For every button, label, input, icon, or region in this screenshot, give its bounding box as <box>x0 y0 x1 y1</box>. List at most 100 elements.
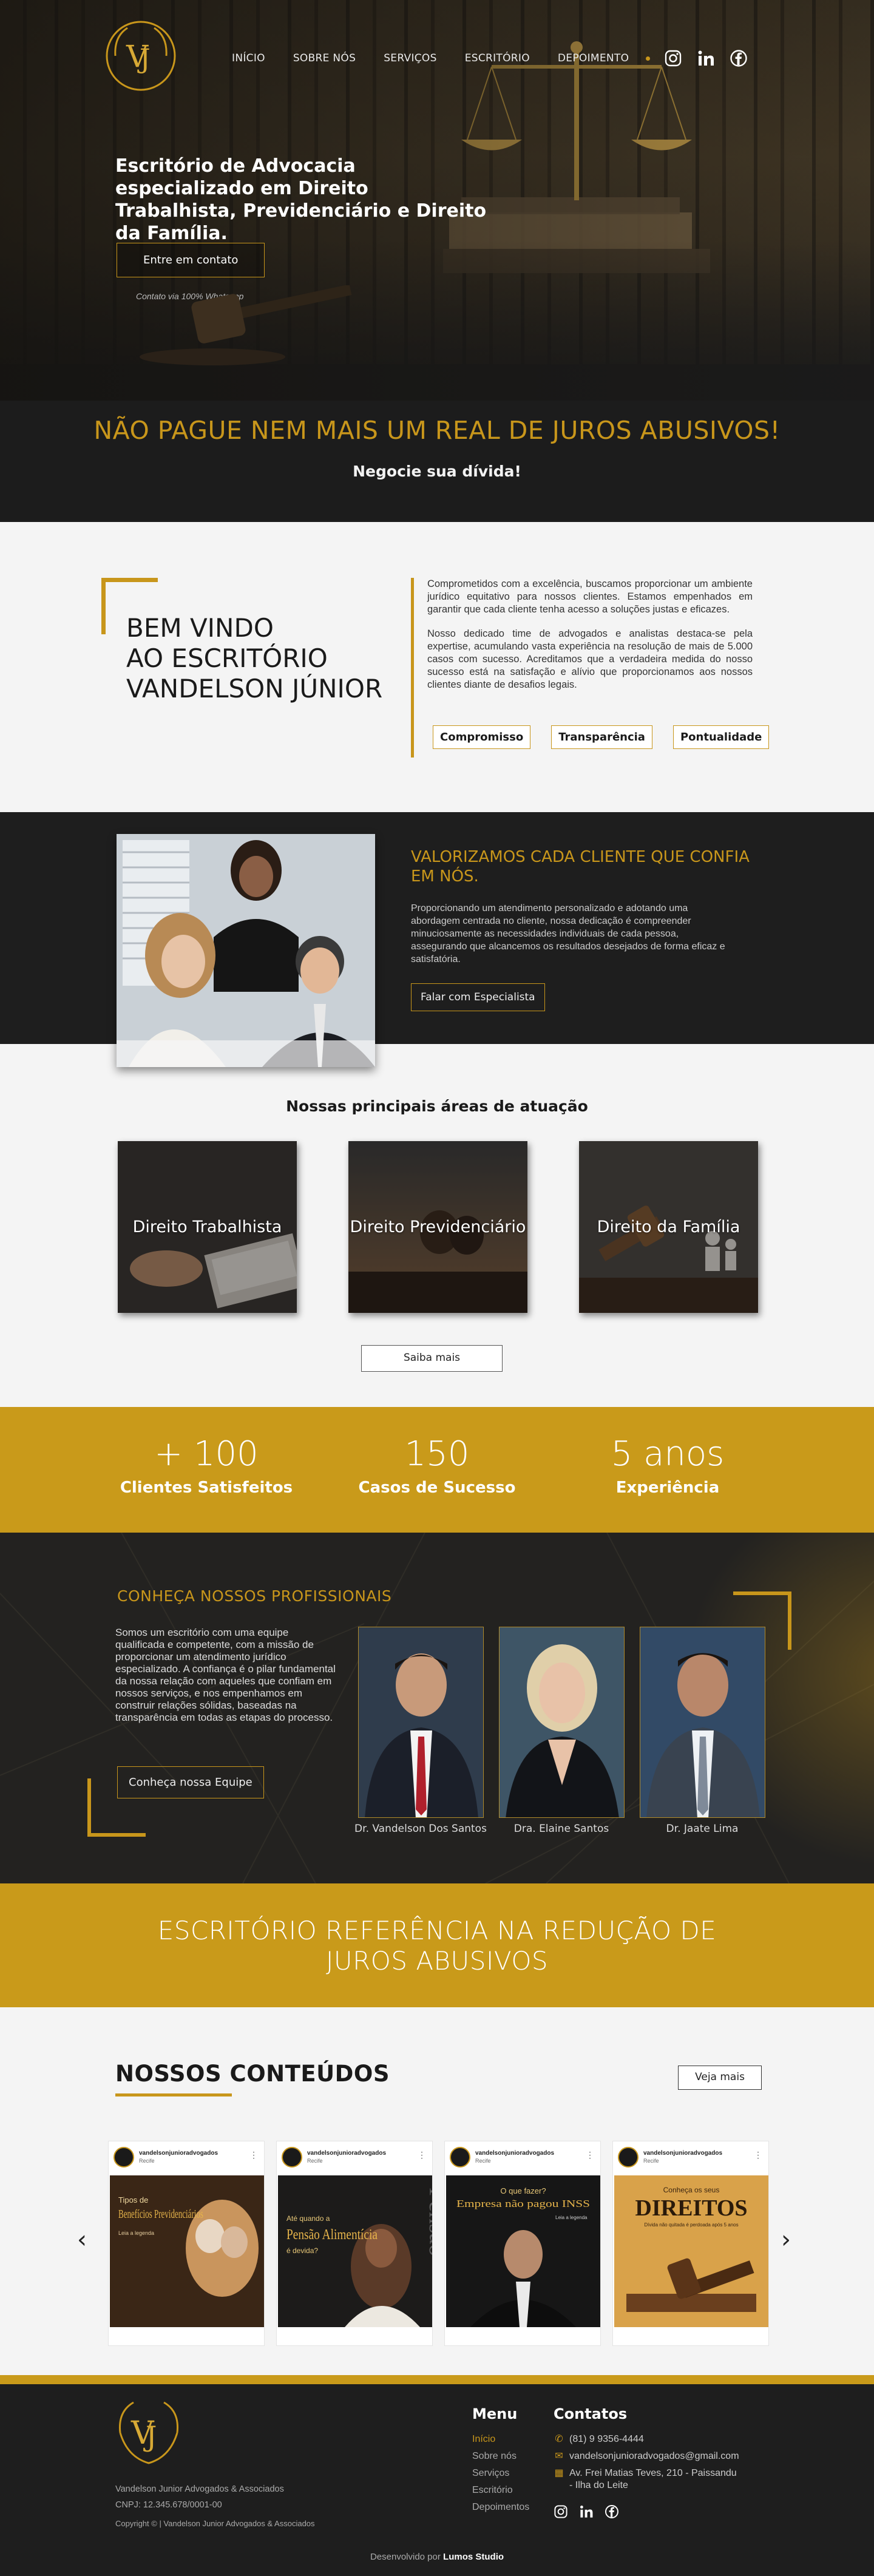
team-meeting-photo <box>117 834 375 1067</box>
site-footer: V J Vandelson Junior Advogados & Associa… <box>0 2375 874 2576</box>
footer-link-depoimentos[interactable]: Depoimentos <box>472 2499 529 2516</box>
more-options-icon[interactable]: ⋮ <box>586 2150 594 2160</box>
value-text: Proporcionando um atendimento personaliz… <box>411 903 725 964</box>
footer-copyright: Copyright © | Vandelson Junior Advogados… <box>115 2519 315 2528</box>
post-big-text: Pensão Alimentícia <box>286 2227 378 2243</box>
post-header: vandelsonjunioradvogados Recife <box>109 2141 264 2173</box>
stat-experience: 5 anos Experiência <box>571 1407 765 1533</box>
nav-item-depoimento[interactable]: DEPOIMENTO <box>558 52 629 64</box>
footer-menu: Início Sobre nós Serviços Escritório Dep… <box>472 2431 529 2516</box>
post-handle: vandelsonjunioradvogados Recife <box>139 2149 218 2165</box>
post-big-text: Benefícios Previdenciários <box>118 2208 203 2221</box>
footer-email-text: vandelsonjunioradvogados@gmail.com <box>569 2451 739 2461</box>
welcome-paragraph-1: Comprometidos com a excelência, buscamos… <box>427 578 753 615</box>
more-options-icon[interactable]: ⋮ <box>249 2150 258 2160</box>
practice-areas-section: Nossas principais áreas de atuação Direi… <box>0 1044 874 1407</box>
whatsapp-icon: ✆ <box>555 2434 563 2444</box>
footer-cnpj: CNPJ: 12.345.678/0001-00 <box>115 2500 222 2510</box>
facebook-icon[interactable] <box>729 49 748 68</box>
pill-transparencia: Transparência <box>551 725 652 749</box>
contents-title-underline <box>115 2093 232 2096</box>
footer-phone[interactable]: ✆ (81) 9 9356-4444 <box>554 2431 739 2448</box>
footer-link-inicio[interactable]: Início <box>472 2431 529 2448</box>
mail-icon: ✉ <box>555 2451 563 2461</box>
nav-item-servicos[interactable]: SERVIÇOS <box>384 52 437 64</box>
developer-prefix: Desenvolvido por <box>370 2552 441 2562</box>
post-foot-text: Leia a legenda <box>555 2215 588 2220</box>
lawyer-photo-vandelson[interactable] <box>358 1627 484 1818</box>
more-options-icon[interactable]: ⋮ <box>418 2150 426 2160</box>
carousel-next-arrow[interactable]: › <box>781 2226 791 2254</box>
footer-contacts: ✆ (81) 9 9356-4444 ✉ vandelsonjunioradvoga… <box>554 2431 739 2492</box>
pill-pontualidade: Pontualidade <box>672 725 770 749</box>
linkedin-icon[interactable] <box>579 2504 594 2522</box>
instagram-post[interactable]: vandelsonjunioradvogados Recife ⋮ Conheça… <box>612 2141 769 2346</box>
nav-item-inicio[interactable]: INÍCIO <box>232 52 265 64</box>
values-pills: Compromisso Transparência Pontualidade <box>433 725 770 749</box>
lawyer-photo-jaate[interactable] <box>640 1627 765 1818</box>
area-card-familia[interactable]: Direito da Família <box>579 1141 758 1313</box>
post-foot-text: Leia a legenda <box>118 2230 154 2236</box>
post-handle-name: vandelsonjunioradvogados <box>475 2150 555 2157</box>
banner-line-1: ESCRITÓRIO REFERÊNCIA NA REDUÇÃO DE <box>157 1916 717 1945</box>
footer-social <box>554 2504 619 2522</box>
footer-link-servicos[interactable]: Serviços <box>472 2465 529 2482</box>
footer-logo[interactable]: V J <box>109 2396 188 2469</box>
team-text: Somos um escritório com uma equipe quali… <box>115 1627 336 1723</box>
post-small-text: Até quando a <box>286 2214 330 2223</box>
instagram-post[interactable]: vandelsonjunioradvogados Recife ⋮ Pensão … <box>276 2141 433 2346</box>
gavel-illustration <box>140 285 352 365</box>
practice-areas-title: Nossas principais áreas de atuação <box>286 1097 588 1115</box>
footer-address-line-2: - Ilha do Leite <box>569 2480 628 2490</box>
facebook-icon[interactable] <box>605 2504 619 2522</box>
linkedin-icon[interactable] <box>696 49 716 68</box>
instagram-post[interactable]: vandelsonjunioradvogados Recife ⋮ O que f… <box>444 2141 601 2346</box>
post-image: Pensão Até quando a Pensão Alimentícia é… <box>278 2175 432 2327</box>
footer-phone-text: (81) 9 9356-4444 <box>569 2434 644 2444</box>
talk-to-specialist-button[interactable]: Falar com Especialista <box>411 983 545 1011</box>
see-more-button[interactable]: Veja mais <box>678 2066 762 2090</box>
learn-more-button[interactable]: Saiba mais <box>361 1345 503 1372</box>
post-small-text: O que fazer? <box>500 2186 546 2195</box>
post-small-text: Tipos de <box>118 2195 148 2205</box>
lawyer-name-jaate: Dr. Jaate Lima <box>666 1823 739 1835</box>
post-small-text: Conheça os seus <box>663 2186 720 2194</box>
post-foot-text: Dívida não quitada é perdoada após 5 ano… <box>644 2222 738 2228</box>
hero-section: V J INÍCIO SOBRE NÓS SERVIÇOS ESCRITÓRIO… <box>0 0 874 522</box>
more-options-icon[interactable]: ⋮ <box>754 2150 762 2160</box>
meet-team-button[interactable]: Conheça nossa Equipe <box>117 1766 264 1798</box>
nav-item-escritorio[interactable]: ESCRITÓRIO <box>465 52 530 64</box>
footer-link-escritorio[interactable]: Escritório <box>472 2482 529 2499</box>
post-location: Recife <box>139 2158 155 2164</box>
post-handle-name: vandelsonjunioradvogados <box>307 2150 387 2157</box>
contents-title: NOSSOS CONTEÚDOS <box>115 2061 390 2087</box>
stat-cases: 150 Casos de Sucesso <box>340 1407 534 1533</box>
post-header: vandelsonjunioradvogados Recife <box>613 2141 768 2173</box>
firm-logo[interactable]: V J <box>103 18 178 93</box>
area-card-trabalhista[interactable]: Direito Trabalhista <box>118 1141 297 1313</box>
footer-developer-credit: Desenvolvido por Lumos Studio <box>0 2552 874 2562</box>
developer-name[interactable]: Lumos Studio <box>443 2552 504 2562</box>
footer-link-sobre-nos[interactable]: Sobre nós <box>472 2448 529 2465</box>
instagram-post[interactable]: vandelsonjunioradvogados Recife ⋮ Tipos d… <box>108 2141 265 2346</box>
nav-item-sobre-nos[interactable]: SOBRE NÓS <box>293 52 356 64</box>
area-card-previdenciario[interactable]: Direito Previdenciário <box>348 1141 527 1313</box>
welcome-paragraph-2: Nosso dedicado time de advogados e anali… <box>427 628 753 690</box>
post-avatar <box>618 2147 639 2168</box>
footer-contact-title: Contatos <box>554 2405 628 2422</box>
welcome-title-line-1: BEM VINDO <box>126 613 274 643</box>
lawyer-photo-elaine[interactable] <box>499 1627 625 1818</box>
welcome-title-line-2: AO ESCRITÓRIO <box>126 643 328 673</box>
stat-label: Clientes Satisfeitos <box>120 1479 293 1497</box>
instagram-icon[interactable] <box>554 2504 568 2522</box>
welcome-text: Comprometidos com a excelência, buscamos… <box>427 578 753 703</box>
footer-email[interactable]: ✉ vandelsonjunioradvogados@gmail.com <box>554 2448 739 2465</box>
instagram-icon[interactable] <box>663 49 683 68</box>
team-section: CONHEÇA NOSSOS PROFISSIONAIS Somos um es… <box>0 1533 874 1883</box>
carousel-prev-arrow[interactable]: ‹ <box>77 2226 87 2254</box>
post-image: O que fazer? Empresa não pagou INSS Leia… <box>446 2175 600 2327</box>
contact-button[interactable]: Entre em contato <box>117 243 265 277</box>
post-avatar <box>282 2147 302 2168</box>
building-icon: ▦ <box>554 2468 564 2478</box>
area-card-label: Direito da Família <box>597 1218 740 1236</box>
